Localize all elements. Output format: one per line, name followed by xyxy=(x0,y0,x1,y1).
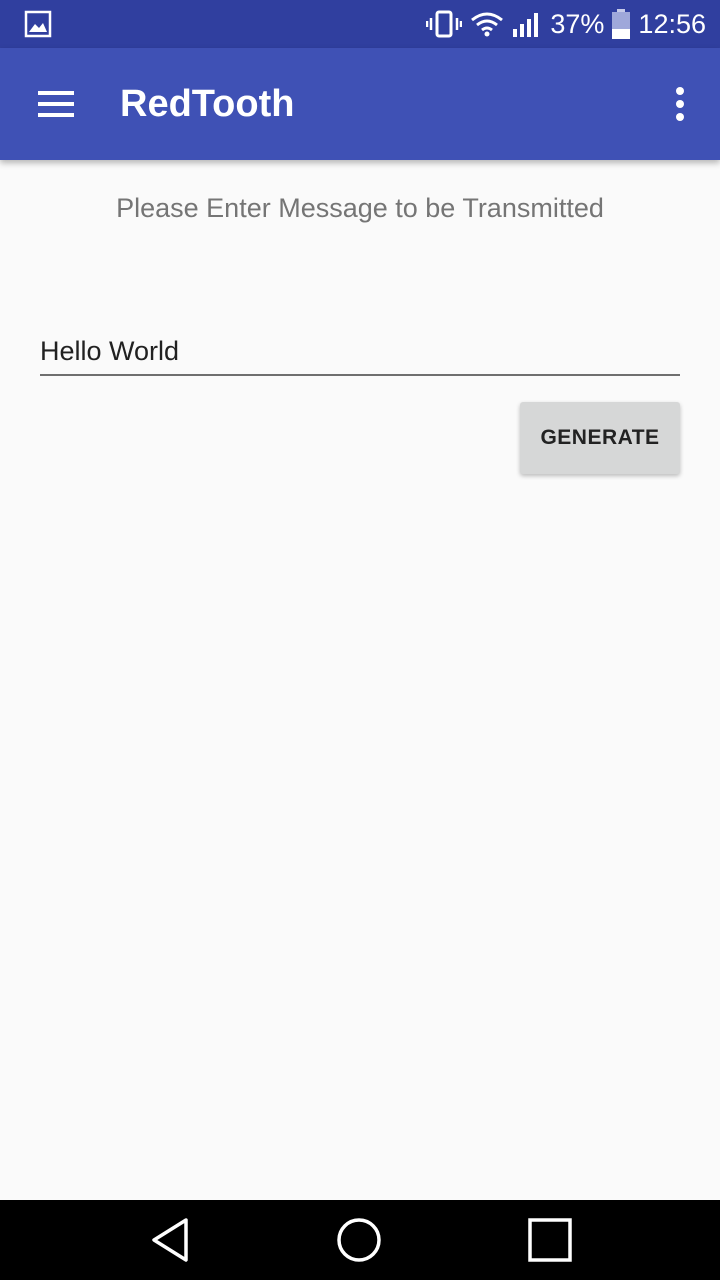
message-input[interactable] xyxy=(40,330,680,372)
message-field xyxy=(40,330,680,376)
hamburger-menu-icon xyxy=(38,91,74,117)
message-prompt-label: Please Enter Message to be Transmitted xyxy=(116,193,604,223)
home-icon xyxy=(337,1218,381,1262)
more-vert-icon xyxy=(676,87,684,121)
back-icon xyxy=(152,1218,188,1262)
generate-button[interactable]: GENERATE xyxy=(520,402,680,474)
gallery-notification-icon xyxy=(24,10,52,38)
back-button[interactable] xyxy=(146,1216,194,1264)
navigation-menu-button[interactable] xyxy=(24,72,88,136)
app-bar: RedTooth xyxy=(0,48,720,160)
battery-icon xyxy=(612,9,631,39)
overflow-menu-button[interactable] xyxy=(656,72,704,136)
status-icons: 37% 12:56 xyxy=(418,0,706,48)
status-bar: 37% 12:56 xyxy=(0,0,720,48)
app-screen: 37% 12:56 RedTooth Please Enter Message … xyxy=(0,0,720,1280)
recents-icon xyxy=(528,1218,572,1262)
wifi-icon xyxy=(471,12,504,37)
vibrate-icon xyxy=(426,10,463,38)
clock: 12:56 xyxy=(638,9,706,39)
recents-button[interactable] xyxy=(526,1216,574,1264)
app-title: RedTooth xyxy=(120,83,295,125)
home-button[interactable] xyxy=(335,1216,383,1264)
system-navigation-bar xyxy=(0,1200,720,1280)
battery-percent: 37% xyxy=(550,9,605,39)
cell-signal-icon xyxy=(513,13,539,37)
